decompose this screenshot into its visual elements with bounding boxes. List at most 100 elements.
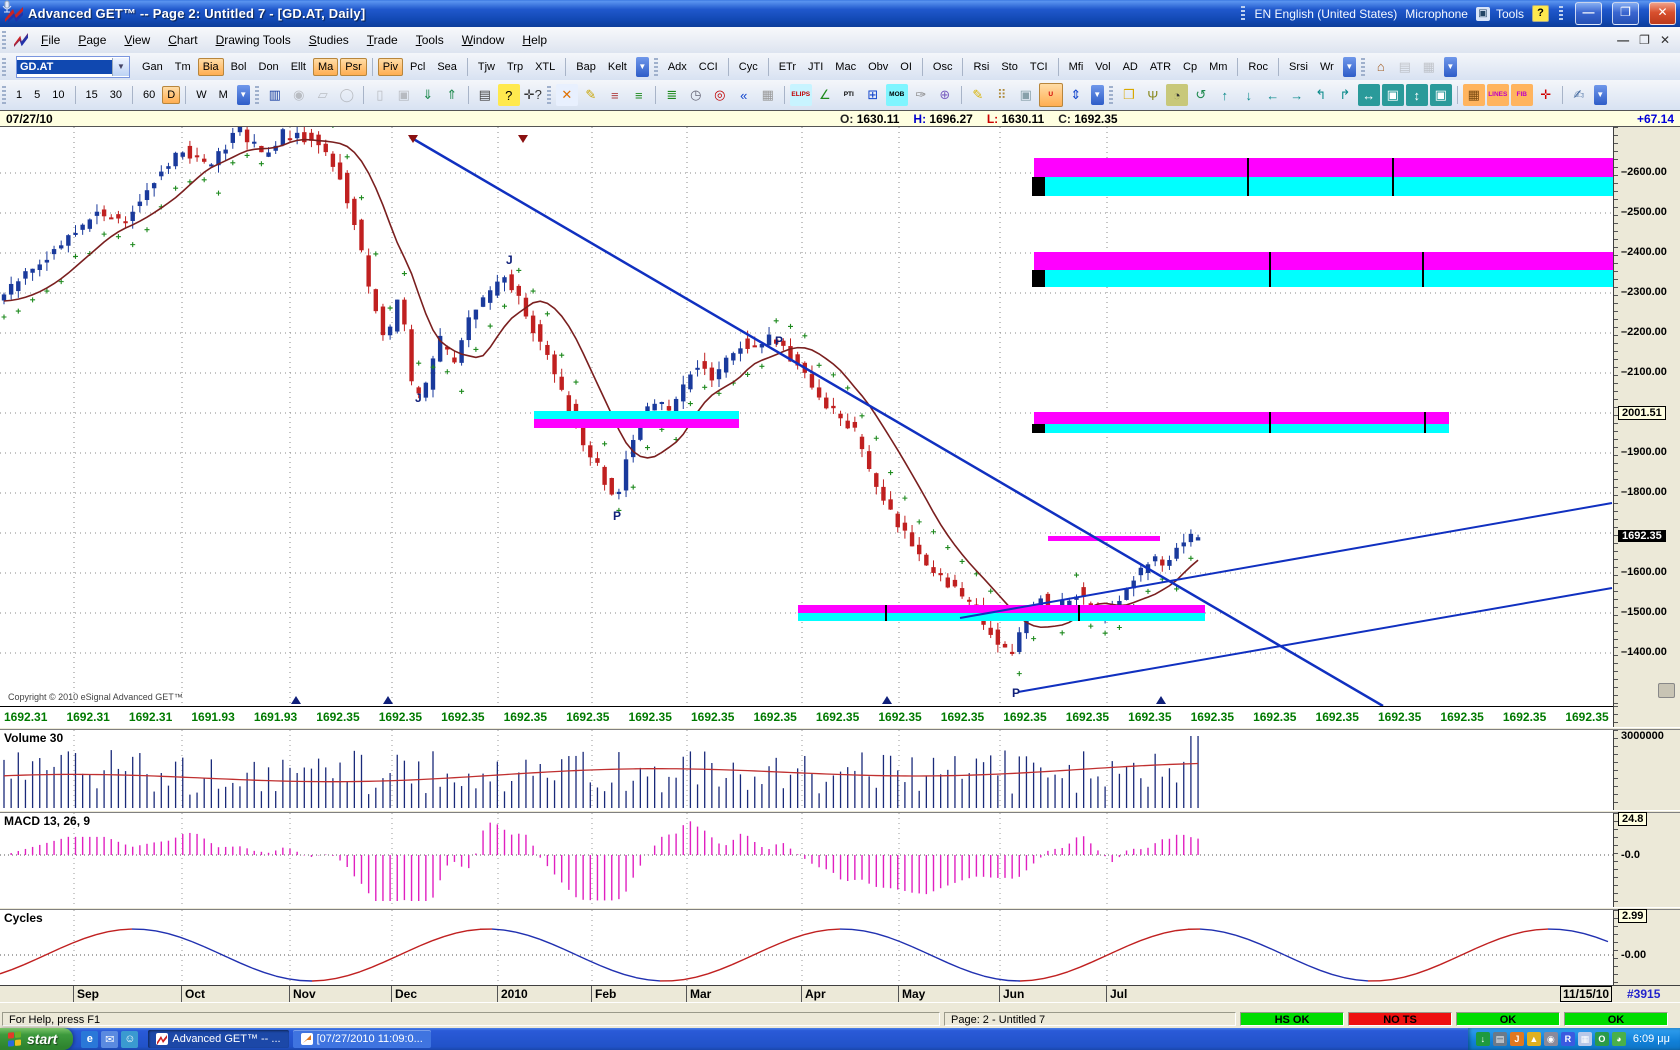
toolbar-button-w[interactable]: W (191, 86, 211, 104)
pti-icon[interactable]: PTI (838, 84, 860, 106)
toolbar-button-ad[interactable]: AD (1118, 58, 1143, 76)
toolbar-button-xtl[interactable]: XTL (530, 58, 560, 76)
toolbar-button-tci[interactable]: TCI (1025, 58, 1053, 76)
toolbar-button-60[interactable]: 60 (138, 86, 160, 104)
restore-button[interactable]: ❐ (1612, 2, 1639, 25)
toolbar-button-tm[interactable]: Tm (170, 58, 196, 76)
time-clock-icon[interactable]: ◷ (685, 84, 707, 106)
price-chart-canvas[interactable]: JJPPP (0, 127, 1613, 706)
toolbar-button-ma[interactable]: Ma (313, 58, 338, 76)
toolbar-button-d[interactable]: D (162, 86, 180, 104)
context-help-icon[interactable]: ✛? (522, 84, 544, 106)
toolbar-overflow-icon[interactable]: ▼ (1343, 57, 1356, 77)
crosshair-tool-icon[interactable]: ✕ (556, 84, 578, 106)
document-icon[interactable] (14, 33, 28, 47)
security-shield-icon[interactable]: ▲ (1527, 1032, 1541, 1046)
arrow-down-icon[interactable]: ↓ (1238, 84, 1260, 106)
child-restore-button[interactable]: ❐ (1639, 33, 1650, 47)
toolbar-button-m[interactable]: M (214, 86, 233, 104)
start-button[interactable]: start (0, 1028, 73, 1050)
toolbar-button-roc[interactable]: Roc (1243, 58, 1273, 76)
export-icon[interactable]: ⇑ (441, 84, 463, 106)
mob-icon[interactable]: MOB (886, 84, 908, 106)
menu-tools[interactable]: Tools (408, 30, 452, 50)
lines-tool-icon[interactable]: LINES (1487, 84, 1509, 106)
expand-vertical-icon[interactable]: ↕ (1406, 84, 1428, 106)
toolbar-button-pcl[interactable]: Pcl (405, 58, 430, 76)
expand-horizontal-icon[interactable]: ↔ (1358, 84, 1380, 106)
close-button[interactable]: ✕ (1649, 2, 1676, 25)
copy-pages-icon[interactable]: ▣ (1015, 84, 1037, 106)
language-tools-button[interactable]: ▣ Tools (1476, 7, 1524, 21)
volume-icon[interactable]: ◉ (1544, 1032, 1558, 1046)
messenger-icon[interactable]: ☺ (121, 1031, 138, 1048)
toolbar-button-trp[interactable]: Trp (502, 58, 528, 76)
menu-drawing-tools[interactable]: Drawing Tools (208, 30, 299, 50)
toolbar-grip[interactable] (255, 86, 259, 104)
display-icon[interactable]: ▤ (1493, 1032, 1507, 1046)
fib-tool-icon[interactable]: FIB (1511, 84, 1533, 106)
pdf-icon[interactable]: R (1561, 1032, 1575, 1046)
toolbar-button-tjw[interactable]: Tjw (473, 58, 500, 76)
toolbar-button-vol[interactable]: Vol (1090, 58, 1115, 76)
hand-icon[interactable]: ✑ (910, 84, 932, 106)
toolbar-button-osc[interactable]: Osc (928, 58, 958, 76)
toolbar-button-bap[interactable]: Bap (571, 58, 601, 76)
toolbar-button-bol[interactable]: Bol (226, 58, 252, 76)
toolbar-button-sto[interactable]: Sto (996, 58, 1023, 76)
language-help-button[interactable]: ? (1532, 5, 1549, 22)
cycles-panel[interactable]: Cycles 2.99 -0.00 (0, 910, 1680, 985)
toolbar-button-cyc[interactable]: Cyc (734, 58, 763, 76)
help-icon[interactable]: ? (498, 84, 520, 106)
menu-trade[interactable]: Trade (359, 30, 406, 50)
toolbar-overflow-icon[interactable]: ▼ (1444, 57, 1457, 77)
step-down-icon[interactable]: ↱ (1334, 84, 1356, 106)
zoom-in-icon[interactable]: ⊕ (934, 84, 956, 106)
toolbar-button-obv[interactable]: Obv (863, 58, 893, 76)
title-bar[interactable]: Advanced GET™ -- Page 2: Untitled 7 - [G… (0, 0, 1680, 27)
toolbar-button-wr[interactable]: Wr (1315, 58, 1339, 76)
ellipse-tool-icon[interactable]: ELIPS (790, 84, 812, 106)
angle-tool-icon[interactable]: ∠ (814, 84, 836, 106)
menu-chart[interactable]: Chart (160, 30, 205, 50)
toolbar-grip[interactable] (2, 58, 6, 76)
axis-corner-icon[interactable] (1658, 683, 1675, 698)
java-icon[interactable]: J (1510, 1032, 1524, 1046)
print-icon[interactable]: ▤ (474, 84, 496, 106)
menu-view[interactable]: View (116, 30, 158, 50)
taskbar-task-2[interactable]: [07/27/2010 11:09:0... (293, 1030, 431, 1048)
menu-window[interactable]: Window (454, 30, 513, 50)
toolbar-button-ellt[interactable]: Ellt (286, 58, 311, 76)
home-icon[interactable]: ⌂ (1370, 56, 1392, 78)
internet-explorer-icon[interactable]: e (81, 1031, 98, 1048)
target-icon[interactable]: ◎ (709, 84, 731, 106)
toolbar-overflow-icon[interactable]: ▼ (1594, 85, 1607, 105)
compress-horizontal-icon[interactable]: ▣ (1382, 84, 1404, 106)
regression-lines-icon[interactable]: ≣ (661, 84, 683, 106)
toolbar-button-5[interactable]: 5 (29, 86, 45, 104)
macd-panel[interactable]: MACD 13, 26, 9 24.8 -0.0 (0, 813, 1680, 907)
minimize-button[interactable]: — (1575, 2, 1602, 25)
toolbar-overflow-icon[interactable]: ▼ (1091, 85, 1104, 105)
menu-page[interactable]: Page (70, 30, 114, 50)
toolbar-button-cci[interactable]: CCI (694, 58, 723, 76)
properties-icon[interactable]: ✍ (1568, 84, 1590, 106)
trend-lines-icon[interactable]: ≡ (604, 84, 626, 106)
grid-icon[interactable]: ▦ (757, 84, 779, 106)
graphics-icon[interactable]: ◕ (1612, 1032, 1626, 1046)
toolbar-button-jti[interactable]: JTI (803, 58, 828, 76)
new-chart-icon[interactable]: ▥ (264, 84, 286, 106)
language-bar-grip[interactable] (1241, 6, 1245, 22)
toolbar-button-kelt[interactable]: Kelt (603, 58, 632, 76)
toolbar-button-psr[interactable]: Psr (340, 58, 367, 76)
dots-grid-icon[interactable]: ▦ (1463, 84, 1485, 106)
child-minimize-button[interactable]: — (1617, 33, 1629, 47)
import-icon[interactable]: ⇓ (417, 84, 439, 106)
taskbar-task-1[interactable]: Advanced GET™ -- ... (148, 1030, 288, 1048)
microphone-button[interactable]: Microphone (1405, 7, 1468, 21)
toolbar-button-1[interactable]: 1 (11, 86, 27, 104)
symbol-dropdown-icon[interactable]: ▼ (112, 58, 129, 76)
toolbar-button-mm[interactable]: Mm (1204, 58, 1232, 76)
menu-file[interactable]: File (33, 30, 68, 50)
child-close-button[interactable]: ✕ (1660, 33, 1670, 47)
